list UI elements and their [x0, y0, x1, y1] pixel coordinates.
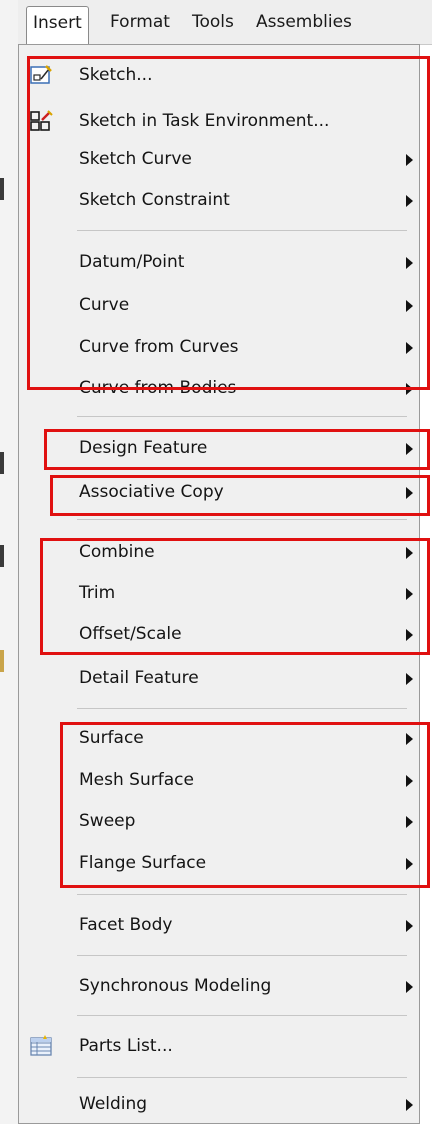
submenu-arrow-icon — [406, 257, 413, 269]
menu-item-sketch[interactable]: Sketch... — [19, 58, 419, 94]
menu-item-sketch-curve[interactable]: Sketch Curve — [19, 142, 419, 178]
menu-item-label: Sketch in Task Environment... — [79, 111, 330, 131]
menu-item-detail-feature[interactable]: Detail Feature — [19, 661, 419, 697]
background-window-strip — [0, 0, 18, 1124]
submenu-arrow-icon — [406, 383, 413, 395]
menu-item-sketch-task-environment[interactable]: Sketch in Task Environment... — [19, 104, 419, 140]
menu-separator — [77, 416, 407, 417]
menu-item-surface[interactable]: Surface — [19, 721, 419, 757]
menu-item-associative-copy[interactable]: Associative Copy — [19, 475, 419, 511]
menu-separator — [77, 519, 407, 520]
menu-item-label: Sweep — [79, 811, 136, 831]
menu-item-label: Trim — [79, 583, 116, 603]
menu-item-label: Design Feature — [79, 438, 208, 458]
menu-separator — [77, 955, 407, 956]
submenu-arrow-icon — [406, 733, 413, 745]
insert-dropdown-menu: Sketch... Sketch in Task Environment... … — [18, 44, 420, 1124]
menu-item-trim[interactable]: Trim — [19, 576, 419, 612]
submenu-arrow-icon — [406, 588, 413, 600]
sketch-icon — [29, 63, 53, 87]
menu-item-label: Datum/Point — [79, 252, 185, 272]
menu-item-facet-body[interactable]: Facet Body — [19, 908, 419, 944]
submenu-arrow-icon — [406, 342, 413, 354]
menu-item-curve[interactable]: Curve — [19, 288, 419, 324]
submenu-arrow-icon — [406, 816, 413, 828]
menu-item-label: Facet Body — [79, 915, 173, 935]
menu-item-label: Sketch Constraint — [79, 190, 230, 210]
menu-item-label: Flange Surface — [79, 853, 207, 873]
menu-item-label: Curve — [79, 295, 130, 315]
submenu-arrow-icon — [406, 1099, 413, 1111]
menu-item-combine[interactable]: Combine — [19, 535, 419, 571]
menu-item-label: Parts List... — [79, 1036, 173, 1056]
menu-item-synchronous-modeling[interactable]: Synchronous Modeling — [19, 969, 419, 1005]
menu-item-label: Offset/Scale — [79, 624, 182, 644]
menu-item-label: Welding — [79, 1094, 148, 1114]
menu-item-label: Surface — [79, 728, 144, 748]
menu-item-sketch-constraint[interactable]: Sketch Constraint — [19, 183, 419, 219]
menu-assemblies[interactable]: Assemblies — [250, 6, 358, 38]
submenu-arrow-icon — [406, 775, 413, 787]
menu-separator — [77, 230, 407, 231]
submenu-arrow-icon — [406, 858, 413, 870]
background-mark — [0, 545, 4, 567]
menu-item-label: Associative Copy — [79, 482, 224, 502]
menu-item-parts-list[interactable]: Parts List... — [19, 1029, 419, 1065]
submenu-arrow-icon — [406, 154, 413, 166]
sketch-task-environment-icon — [29, 109, 53, 133]
submenu-arrow-icon — [406, 443, 413, 455]
menu-item-label: Curve from Curves — [79, 337, 239, 357]
menu-item-label: Curve from Bodies — [79, 378, 237, 398]
submenu-arrow-icon — [406, 300, 413, 312]
menu-item-curve-from-curves[interactable]: Curve from Curves — [19, 330, 419, 366]
menu-item-label: Detail Feature — [79, 668, 199, 688]
submenu-arrow-icon — [406, 487, 413, 499]
menu-separator — [77, 1015, 407, 1016]
parts-list-icon — [29, 1034, 53, 1058]
menu-bar: Insert Format Tools Assemblies — [18, 0, 432, 45]
submenu-arrow-icon — [406, 195, 413, 207]
menu-item-sweep[interactable]: Sweep — [19, 804, 419, 840]
menu-insert[interactable]: Insert — [26, 6, 89, 44]
menu-item-curve-from-bodies[interactable]: Curve from Bodies — [19, 371, 419, 407]
submenu-arrow-icon — [406, 673, 413, 685]
menu-item-welding[interactable]: Welding — [19, 1087, 419, 1123]
menu-item-label: Sketch Curve — [79, 149, 192, 169]
menu-item-label: Mesh Surface — [79, 770, 194, 790]
background-mark — [0, 178, 4, 200]
submenu-arrow-icon — [406, 981, 413, 993]
menu-item-label: Sketch... — [79, 65, 153, 85]
menu-item-mesh-surface[interactable]: Mesh Surface — [19, 763, 419, 799]
menu-item-offset-scale[interactable]: Offset/Scale — [19, 617, 419, 653]
menu-separator — [77, 894, 407, 895]
menu-separator — [77, 708, 407, 709]
background-mark — [0, 650, 4, 672]
menu-tools[interactable]: Tools — [186, 6, 240, 38]
menu-item-label: Synchronous Modeling — [79, 976, 272, 996]
submenu-arrow-icon — [406, 547, 413, 559]
menu-item-design-feature[interactable]: Design Feature — [19, 431, 419, 467]
menu-separator — [77, 1077, 407, 1078]
menu-item-flange-surface[interactable]: Flange Surface — [19, 846, 419, 882]
menu-item-datum-point[interactable]: Datum/Point — [19, 245, 419, 281]
submenu-arrow-icon — [406, 629, 413, 641]
submenu-arrow-icon — [406, 920, 413, 932]
menu-format[interactable]: Format — [104, 6, 176, 38]
menu-item-label: Combine — [79, 542, 155, 562]
background-mark — [0, 452, 4, 474]
